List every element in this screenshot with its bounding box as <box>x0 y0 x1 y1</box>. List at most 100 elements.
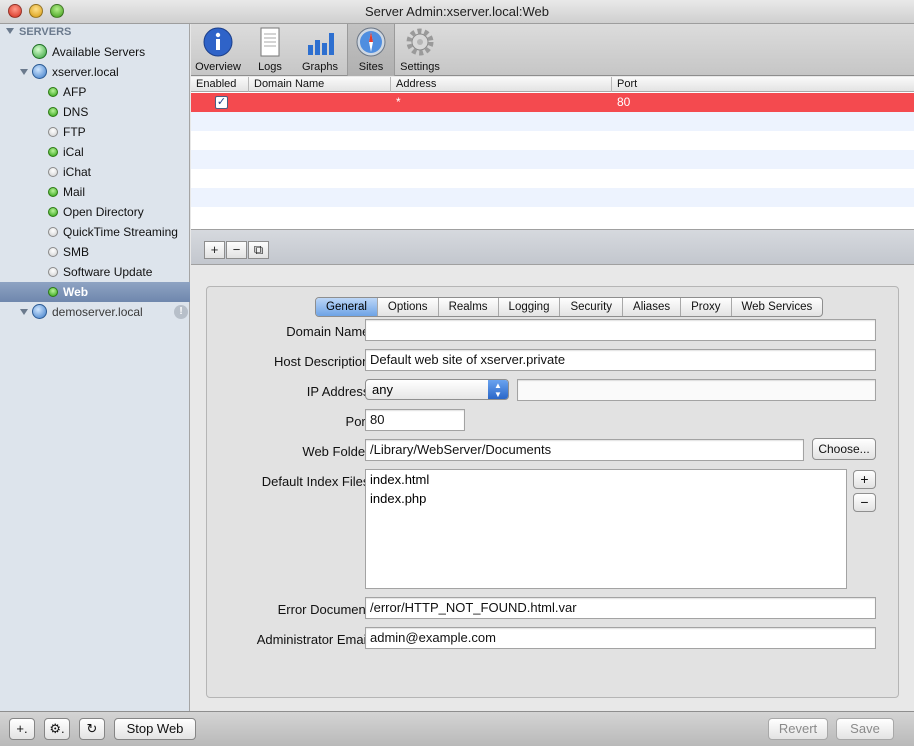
port-label: Port: <box>345 414 373 429</box>
sidebar-item-ftp[interactable]: FTP <box>0 122 190 142</box>
status-off-icon <box>48 227 58 237</box>
administrator-email-label: Administrator Email: <box>256 632 373 647</box>
gear-icon <box>406 28 434 56</box>
tab-options[interactable]: Options <box>378 298 439 316</box>
sidebar-item-demoserver[interactable]: demoserver.local ! <box>0 302 190 322</box>
empty-row <box>191 150 914 169</box>
servers-header[interactable]: SERVERS <box>6 26 71 38</box>
duplicate-site-button[interactable]: ⧉ <box>248 241 269 259</box>
web-folder-label: Web Folder: <box>302 444 373 459</box>
host-description-field[interactable]: Default web site of xserver.private <box>365 349 876 371</box>
window-title: Server Admin:xserver.local:Web <box>365 4 549 19</box>
bottom-bar: +. ⚙. ↻ Stop Web Revert Save <box>0 711 914 746</box>
error-document-label: Error Document: <box>277 602 373 617</box>
domain-name-label: Domain Name: <box>286 324 373 339</box>
graphs-tab[interactable]: Graphs <box>295 24 345 76</box>
sidebar-item-ichat[interactable]: iChat <box>0 162 190 182</box>
general-group-box: General Options Realms Logging Security Alias… <box>206 286 899 698</box>
add-server-button[interactable]: +. <box>9 718 35 740</box>
action-gear-button[interactable]: ⚙. <box>44 718 70 740</box>
default-index-files-list[interactable]: index.html index.php <box>365 469 847 589</box>
server-globe-icon <box>32 304 47 319</box>
sidebar-item-label: Open Directory <box>63 205 144 219</box>
ip-address-label: IP Address: <box>306 384 373 399</box>
sidebar-item-quicktime-streaming[interactable]: QuickTime Streaming <box>0 222 190 242</box>
sidebar-item-label: DNS <box>63 105 89 119</box>
status-off-icon <box>48 167 58 177</box>
enabled-checkbox[interactable]: ✓ <box>215 96 228 109</box>
table-header: Enabled Domain Name Address Port <box>191 77 914 92</box>
tab-aliases[interactable]: Aliases <box>623 298 682 316</box>
logs-tab[interactable]: Logs <box>247 24 293 76</box>
web-folder-field[interactable]: /Library/WebServer/Documents <box>365 439 804 461</box>
empty-row <box>191 169 914 188</box>
sidebar-item-xserver[interactable]: xserver.local <box>0 62 190 82</box>
remove-index-file-button[interactable]: − <box>853 493 876 512</box>
document-icon <box>260 27 280 57</box>
compass-icon <box>356 27 386 57</box>
status-off-icon <box>48 127 58 137</box>
administrator-email-field[interactable]: admin@example.com <box>365 627 876 649</box>
tab-realms[interactable]: Realms <box>439 298 499 316</box>
tab-web-services[interactable]: Web Services <box>732 298 823 316</box>
disclosure-triangle-icon[interactable] <box>20 309 28 315</box>
column-address[interactable]: Address <box>391 77 612 92</box>
status-on-icon <box>48 87 58 97</box>
empty-row <box>191 131 914 150</box>
sidebar-item-ical[interactable]: iCal <box>0 142 190 162</box>
sidebar-item-afp[interactable]: AFP <box>0 82 190 102</box>
tab-general[interactable]: General <box>316 298 378 316</box>
stop-web-button[interactable]: Stop Web <box>114 718 196 740</box>
sidebar-item-mail[interactable]: Mail <box>0 182 190 202</box>
overview-tab[interactable]: Overview <box>191 24 245 76</box>
sidebar-item-label: Mail <box>63 185 86 199</box>
sidebar-item-smb[interactable]: SMB <box>0 242 190 262</box>
revert-button[interactable]: Revert <box>768 718 828 740</box>
remove-site-button[interactable]: − <box>226 241 247 259</box>
tab-logging[interactable]: Logging <box>499 298 561 316</box>
list-item[interactable]: index.html <box>366 470 846 489</box>
sidebar-item-dns[interactable]: DNS <box>0 102 190 122</box>
servers-sidebar: SERVERS Available Servers xserver.local … <box>0 24 190 711</box>
server-globe-icon <box>32 64 47 79</box>
toolbar: Overview Logs Graphs Sites Settings <box>191 24 914 76</box>
sidebar-item-label: Software Update <box>63 265 153 279</box>
save-button[interactable]: Save <box>836 718 894 740</box>
ip-address-text-field[interactable] <box>517 379 876 401</box>
sidebar-item-available-servers[interactable]: Available Servers <box>0 42 190 62</box>
status-on-icon <box>48 147 58 157</box>
tab-proxy[interactable]: Proxy <box>681 298 732 316</box>
sidebar-item-label: QuickTime Streaming <box>63 225 178 239</box>
add-index-file-button[interactable]: + <box>853 470 876 489</box>
column-domain-name[interactable]: Domain Name <box>249 77 391 92</box>
sidebar-item-open-directory[interactable]: Open Directory <box>0 202 190 222</box>
table-row[interactable]: ✓ * 80 <box>191 93 914 112</box>
refresh-button[interactable]: ↻ <box>79 718 105 740</box>
domain-name-field[interactable] <box>365 319 876 341</box>
popup-arrows-icon: ▲ ▼ <box>488 380 508 399</box>
sidebar-item-label: iCal <box>63 145 84 159</box>
alert-icon: ! <box>174 305 188 319</box>
status-off-icon <box>48 247 58 257</box>
list-item[interactable]: index.php <box>366 489 846 508</box>
ip-address-popup[interactable]: any ▲ ▼ <box>365 379 509 400</box>
status-on-icon <box>48 107 58 117</box>
column-port[interactable]: Port <box>612 77 914 92</box>
sidebar-item-label: Web <box>63 285 89 299</box>
column-enabled[interactable]: Enabled <box>191 77 249 92</box>
sidebar-item-web[interactable]: Web <box>0 282 190 302</box>
error-document-field[interactable]: /error/HTTP_NOT_FOUND.html.var <box>365 597 876 619</box>
info-icon <box>203 27 233 57</box>
settings-tab[interactable]: Settings <box>397 24 443 76</box>
table-button-bar: + − ⧉ <box>191 229 914 265</box>
add-site-button[interactable]: + <box>204 241 225 259</box>
port-field[interactable]: 80 <box>365 409 465 431</box>
choose-folder-button[interactable]: Choose... <box>812 438 876 460</box>
sites-tab[interactable]: Sites <box>347 24 395 76</box>
title-bar: Server Admin:xserver.local:Web <box>0 0 914 24</box>
status-on-icon <box>48 207 58 217</box>
disclosure-triangle-icon[interactable] <box>20 69 28 75</box>
empty-row <box>191 188 914 207</box>
tab-security[interactable]: Security <box>560 298 624 316</box>
sidebar-item-software-update[interactable]: Software Update <box>0 262 190 282</box>
